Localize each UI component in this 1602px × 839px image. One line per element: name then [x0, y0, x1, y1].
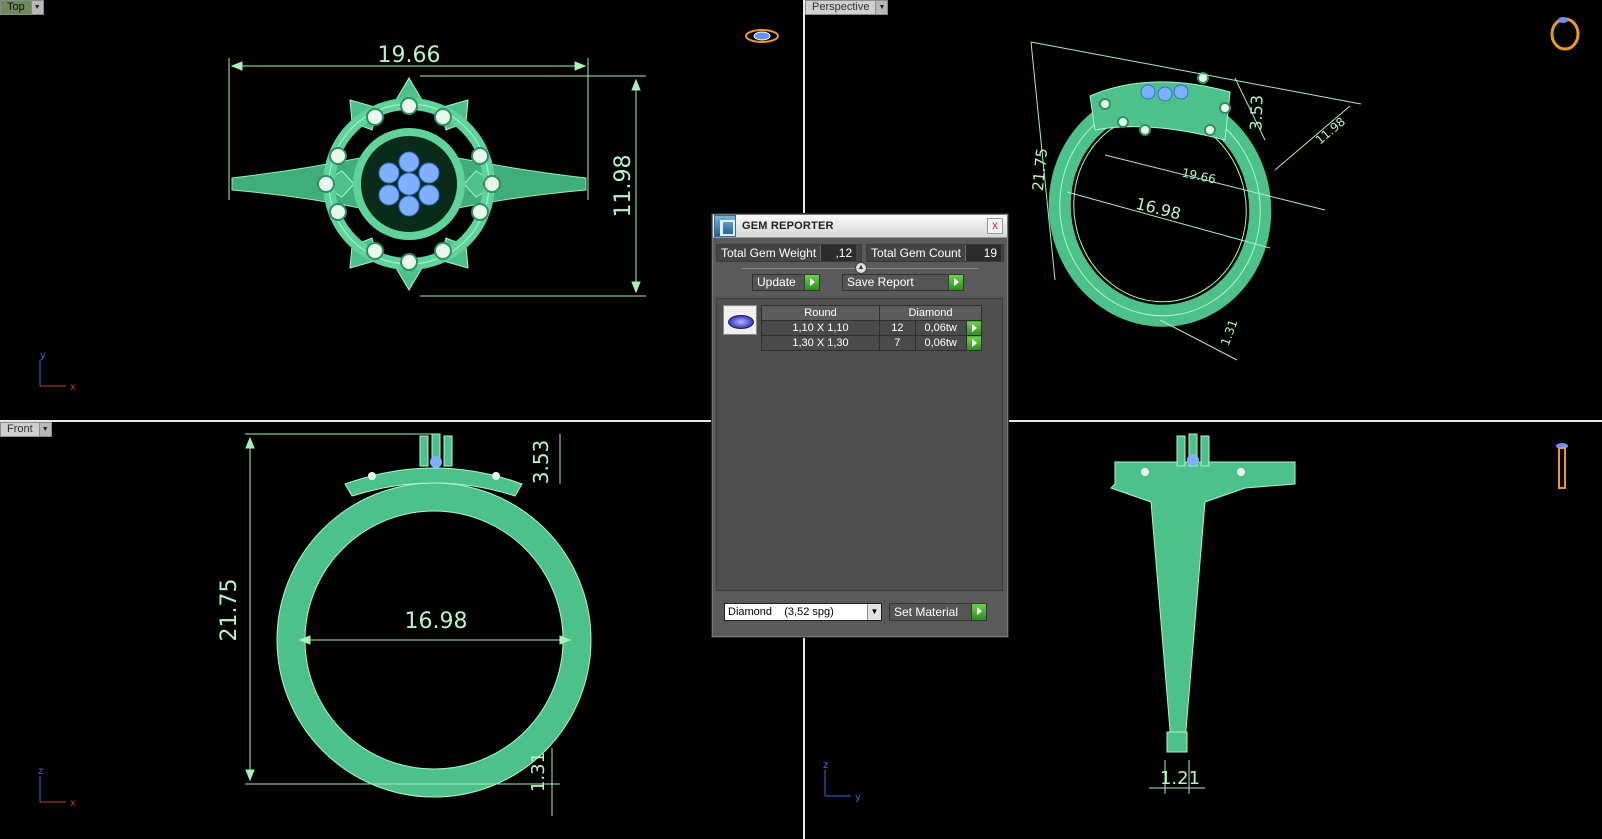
dim-top: 3.53: [529, 440, 553, 485]
dialog-title: GEM REPORTER: [742, 220, 834, 232]
update-label: Update: [753, 275, 804, 290]
material-select[interactable]: Diamond (3,52 spg) ▼: [724, 603, 882, 621]
viewport-label-top[interactable]: Top ▼: [0, 0, 44, 15]
col-header-material: Diamond: [879, 305, 982, 321]
chevron-down-icon[interactable]: ▼: [867, 604, 881, 620]
ring-top-icon[interactable]: [745, 29, 779, 43]
chevron-down-icon[interactable]: ▼: [38, 423, 51, 436]
update-button[interactable]: Update: [752, 274, 820, 291]
dim-c: 11.98: [1313, 115, 1348, 148]
axis-y-label: y: [40, 350, 46, 361]
dim-d: 19.66: [1181, 166, 1218, 187]
gem-size: 1,30 X 1,30: [761, 335, 880, 351]
total-gem-count-label: Total Gem Count: [870, 246, 962, 260]
total-gem-count: Total Gem Count 19: [865, 244, 1004, 262]
axis-z-label: z: [823, 760, 828, 771]
viewport-label-perspective[interactable]: Perspective ▼: [805, 0, 889, 15]
viewport-label-text: Front: [7, 423, 33, 435]
set-material-label: Set Material: [890, 604, 971, 620]
chevron-down-icon[interactable]: ▼: [30, 1, 43, 14]
play-arrow-icon: [804, 275, 819, 290]
viewport-label-front[interactable]: Front ▼: [0, 422, 52, 437]
save-report-label: Save Report: [843, 275, 948, 290]
axis-x-label: x: [70, 798, 76, 809]
gem-count: 12: [879, 320, 916, 336]
total-gem-weight: Total Gem Weight ,12: [716, 244, 862, 262]
dim-b: 3.53: [1246, 95, 1266, 131]
chevron-down-icon[interactable]: ▼: [875, 1, 888, 14]
gem-weight: 0,06tw: [914, 320, 967, 336]
viewport-front[interactable]: 21.75 3.53 16.98 1.31 z x Front ▼: [0, 422, 803, 839]
select-gem-button[interactable]: [965, 335, 983, 351]
ring-side-icon[interactable]: [1556, 443, 1568, 489]
play-arrow-icon: [948, 275, 963, 290]
save-report-button[interactable]: Save Report: [842, 274, 964, 291]
front-view-canvas: 21.75 3.53 16.98 1.31 z x: [38, 433, 592, 816]
splitter-handle[interactable]: ▲: [855, 262, 867, 274]
gem-table: Round Diamond 1,10 X 1,10 12 0,06tw 1,30…: [761, 305, 983, 351]
gem-oval-icon: [723, 305, 757, 335]
gem-reporter-dialog: GEM REPORTER x Total Gem Weight ,12 Tota…: [711, 213, 1009, 638]
dim-width: 19.66: [378, 43, 441, 68]
viewport-top[interactable]: 19.66 11.98 y x Top ▼: [0, 0, 803, 420]
set-material-button[interactable]: Set Material: [889, 603, 987, 621]
viewport-label-text: Perspective: [812, 1, 870, 13]
dim-inner: 16.98: [405, 609, 468, 634]
total-gem-count-value: 19: [965, 245, 1002, 261]
axis-z-label: z: [38, 766, 43, 777]
material-select-value: Diamond (3,52 spg): [728, 606, 834, 618]
gem-reporter-icon: [714, 215, 736, 237]
dim-a: 21.75: [1029, 147, 1051, 192]
axis-y-label: y: [855, 792, 861, 803]
col-header-shape: Round: [761, 305, 880, 321]
gem-count: 7: [879, 335, 916, 351]
total-gem-weight-value: ,12: [820, 245, 857, 261]
viewport-label-text: Top: [7, 1, 25, 13]
axis-x-label: x: [70, 382, 76, 393]
ring-perspective-icon[interactable]: [1550, 17, 1580, 51]
dim-height: 21.75: [217, 579, 242, 642]
top-view-canvas: 19.66 11.98 y x: [39, 29, 779, 393]
gem-weight: 0,06tw: [914, 335, 967, 351]
play-arrow-icon: [971, 604, 986, 620]
dim-shank: 1.31: [528, 752, 549, 792]
dim-f: 1.31: [1218, 318, 1240, 348]
gem-size: 1,10 X 1,10: [761, 320, 880, 336]
dim-height: 11.98: [611, 155, 636, 218]
dim-shank: 1.21: [1160, 768, 1200, 789]
table-row[interactable]: 1,30 X 1,30 7 0,06tw: [761, 335, 983, 351]
total-gem-weight-label: Total Gem Weight: [721, 246, 817, 260]
table-header: Round Diamond: [761, 305, 982, 321]
select-gem-button[interactable]: [965, 320, 983, 336]
table-row[interactable]: 1,10 X 1,10 12 0,06tw: [761, 320, 983, 336]
close-button[interactable]: x: [987, 218, 1003, 234]
dim-e: 16.98: [1134, 194, 1183, 224]
gem-list[interactable]: Round Diamond 1,10 X 1,10 12 0,06tw 1,30…: [716, 298, 1003, 591]
dialog-titlebar[interactable]: GEM REPORTER x: [713, 215, 1007, 238]
